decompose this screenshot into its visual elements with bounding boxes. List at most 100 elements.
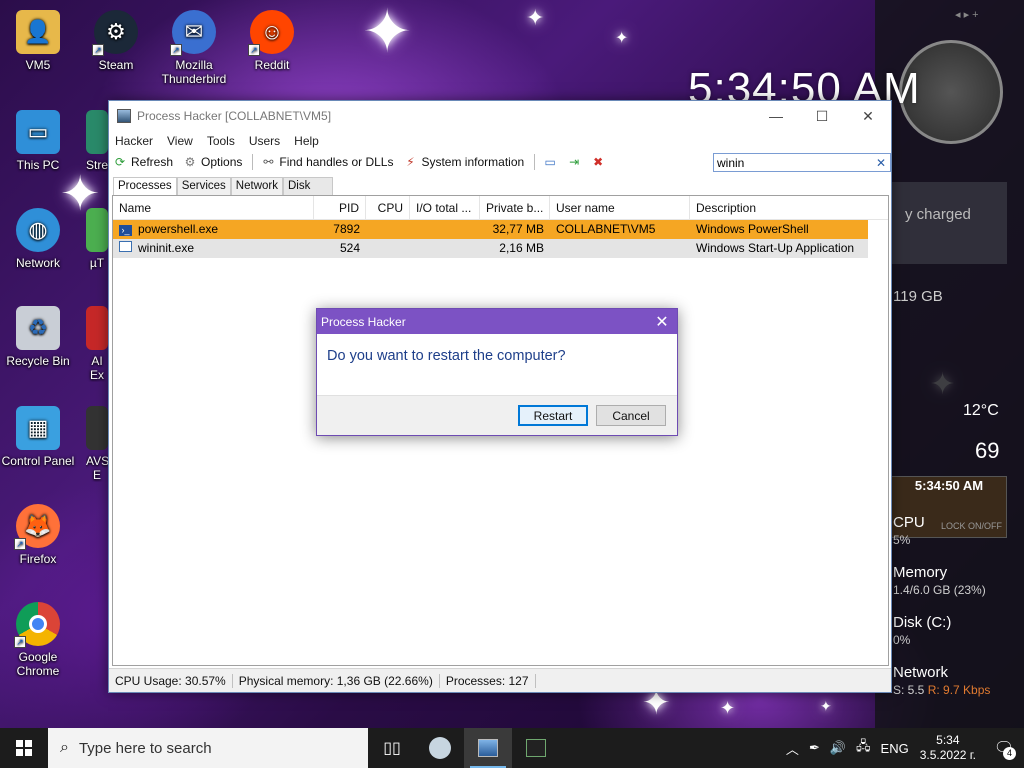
- column-header-cpu[interactable]: CPU: [366, 195, 410, 220]
- show-hidden-icons-chevron-icon[interactable]: ︿: [786, 739, 799, 758]
- tab-network[interactable]: Network: [230, 177, 283, 195]
- user-folder-icon: 👤: [16, 10, 60, 54]
- window-titlebar[interactable]: Process Hacker [COLLABNET\VM5] — ☐ ✕: [109, 101, 891, 131]
- tab-processes[interactable]: Processes: [113, 177, 177, 195]
- refresh-button[interactable]: ⟳ Refresh: [113, 155, 173, 169]
- steam-icon: ⚙ ↗: [92, 10, 138, 56]
- desktop-icon-control-panel[interactable]: ▦ Control Panel: [0, 406, 76, 468]
- network-globe-icon: ◍: [16, 208, 60, 252]
- tab-disk[interactable]: Disk: [282, 177, 334, 195]
- restart-button[interactable]: Restart: [518, 405, 588, 426]
- network-values: S: 5.5 R: 9.7 Kbps: [893, 683, 990, 697]
- menu-view[interactable]: View: [167, 134, 193, 148]
- maximize-button[interactable]: ☐: [799, 101, 845, 131]
- table-row[interactable]: ›_ powershell.exe 7892 32,77 MB COLLABNET…: [113, 220, 868, 239]
- binoculars-icon: ⚯: [263, 155, 274, 169]
- window-title: Process Hacker [COLLABNET\VM5]: [137, 109, 332, 123]
- desktop-icon-steam[interactable]: ⚙ ↗ Steam: [78, 10, 154, 72]
- refresh-label: Refresh: [131, 155, 174, 169]
- cpu-cell: [366, 239, 410, 258]
- widget-nav-arrows[interactable]: ◂ ▸ +: [955, 8, 979, 21]
- taskbar-app-terminal[interactable]: [512, 728, 560, 768]
- dialog-titlebar[interactable]: Process Hacker ✕: [317, 309, 677, 334]
- taskbar-clock[interactable]: 5:34 3.5.2022 г.: [920, 733, 976, 763]
- battery-status-text: y charged: [905, 206, 971, 223]
- computer-icon: ▭: [16, 110, 60, 154]
- description-cell: Windows Start-Up Application: [696, 241, 855, 255]
- pen-icon[interactable]: ✒: [809, 740, 820, 756]
- desktop-icon-label: AI Ex: [89, 354, 104, 382]
- taskbar-app-steam[interactable]: [416, 728, 464, 768]
- window-go-icon: ⇥: [569, 155, 580, 169]
- restart-confirm-dialog: Process Hacker ✕ Do you want to restart …: [316, 308, 678, 436]
- desktop-icon-chrome[interactable]: ↗ Google Chrome: [0, 602, 76, 678]
- clear-search-icon[interactable]: ✕: [876, 156, 886, 170]
- taskbar-time: 5:34: [936, 733, 960, 747]
- language-indicator[interactable]: ENG: [881, 741, 909, 756]
- column-header-pid[interactable]: PID: [314, 195, 366, 220]
- tab-services[interactable]: Services: [176, 177, 231, 195]
- menu-users[interactable]: Users: [249, 134, 280, 148]
- desktop-icon-firefox[interactable]: 🦊 ↗ Firefox: [0, 504, 76, 566]
- status-process-count: Processes: 127: [440, 673, 536, 688]
- menu-tools[interactable]: Tools: [207, 134, 235, 148]
- search-input[interactable]: [717, 155, 867, 170]
- io-cell: [410, 220, 480, 239]
- column-header-name[interactable]: Name: [113, 195, 314, 220]
- volume-icon[interactable]: 🔊: [830, 740, 846, 756]
- desktop-icon-partial[interactable]: µT: [86, 208, 108, 270]
- table-row[interactable]: wininit.exe 524 2,16 MB Windows Start-Up…: [113, 239, 868, 258]
- task-view-button[interactable]: ▯▯: [368, 728, 416, 768]
- dialog-close-icon[interactable]: ✕: [647, 312, 677, 332]
- start-button[interactable]: [0, 728, 48, 768]
- column-header-user-name[interactable]: User name: [550, 195, 690, 220]
- app-icon: [86, 406, 108, 450]
- taskbar-app-process-hacker[interactable]: [464, 728, 512, 768]
- desktop-icon-partial[interactable]: AI Ex: [86, 306, 108, 382]
- go-to-button[interactable]: ⇥: [567, 155, 585, 169]
- process-name-cell: wininit.exe: [113, 239, 314, 258]
- taskbar-date: 3.5.2022 г.: [919, 748, 976, 762]
- process-name: powershell.exe: [138, 222, 219, 236]
- column-header-description[interactable]: Description: [690, 196, 870, 220]
- close-button[interactable]: ✕: [845, 101, 891, 131]
- system-info-button[interactable]: ⚡ System information: [403, 155, 524, 169]
- app-icon: [86, 110, 108, 154]
- memory-label: Memory: [893, 564, 948, 581]
- desktop-icon-this-pc[interactable]: ▭ This PC: [0, 110, 76, 172]
- gear-icon: ⚙: [184, 155, 196, 169]
- desktop-icon-reddit[interactable]: ☺ ↗ Reddit: [234, 10, 310, 72]
- application-window-icon: [119, 241, 132, 252]
- network-icon[interactable]: 🖧: [856, 737, 871, 759]
- io-cell: [410, 239, 480, 258]
- tab-strip: Processes Services Network Disk: [113, 177, 334, 195]
- minimize-button[interactable]: —: [753, 101, 799, 131]
- taskbar-search-box[interactable]: ⌕ Type here to search: [48, 728, 368, 768]
- menu-help[interactable]: Help: [294, 134, 319, 148]
- terminate-button[interactable]: ✖: [591, 155, 609, 169]
- find-handles-button[interactable]: ⚯ Find handles or DLLs: [261, 155, 393, 169]
- pid-cell: 524: [339, 241, 360, 255]
- notification-center-button[interactable]: 🗨 4: [984, 728, 1024, 768]
- menu-hacker[interactable]: Hacker: [115, 134, 153, 148]
- powershell-icon: ›_: [119, 225, 132, 236]
- desktop-icon-network[interactable]: ◍ Network: [0, 208, 76, 270]
- terminal-icon: [526, 739, 546, 757]
- windows-logo-icon: [16, 740, 32, 756]
- window-button[interactable]: ▭: [543, 155, 561, 169]
- toolbar-separator: [252, 154, 254, 170]
- sparkle-decoration: ✦: [615, 28, 629, 47]
- desktop-icon-vm5[interactable]: 👤 VM5: [0, 10, 76, 72]
- process-name: wininit.exe: [138, 241, 195, 255]
- desktop-icon-partial[interactable]: AVS E: [86, 406, 108, 482]
- taskbar-search-placeholder: Type here to search: [78, 739, 212, 757]
- desktop-icon-recycle-bin[interactable]: ♻ Recycle Bin: [0, 306, 76, 368]
- cancel-button[interactable]: Cancel: [596, 405, 666, 426]
- column-header-io[interactable]: I/O total ...: [410, 195, 480, 220]
- column-header-private-bytes[interactable]: Private b...: [480, 195, 550, 220]
- options-button[interactable]: ⚙ Options: [183, 155, 243, 169]
- desktop-icon-partial[interactable]: Stre: [86, 110, 108, 172]
- network-send: S: 5.5: [893, 683, 925, 697]
- desktop-icon-thunderbird[interactable]: ✉ ↗ Mozilla Thunderbird: [156, 10, 232, 86]
- status-cpu-usage: CPU Usage: 30.57%: [109, 673, 233, 688]
